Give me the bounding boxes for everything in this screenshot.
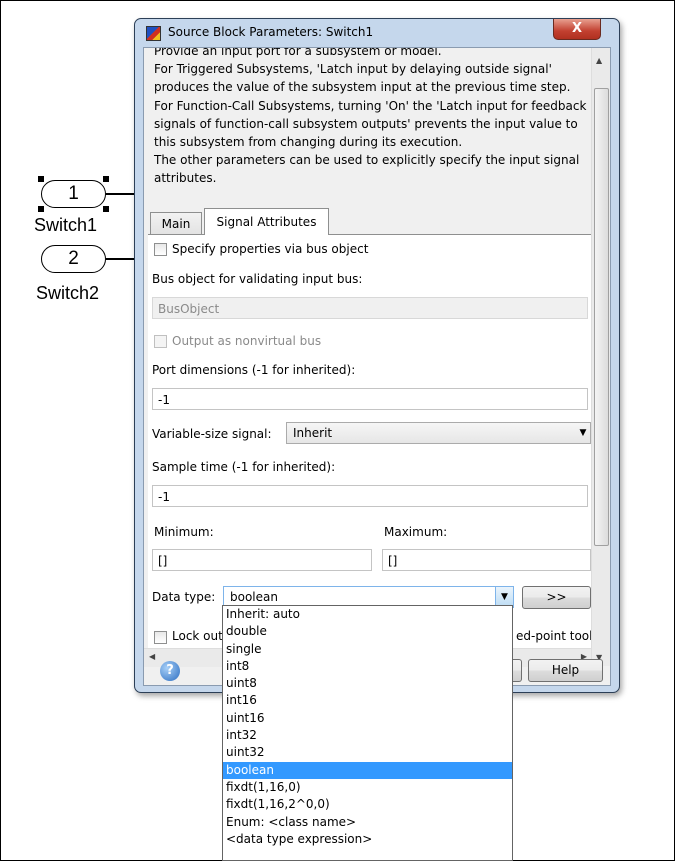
scroll-up-icon[interactable]: ▲ [596, 56, 602, 65]
description-line: For Function-Call Subsystems, turning 'O… [154, 98, 587, 113]
dropdown-option-selected[interactable]: boolean [223, 761, 512, 779]
selection-handle-bl[interactable] [38, 206, 44, 212]
inport-number: 1 [68, 183, 79, 204]
description-line: For Triggered Subsystems, 'Latch input b… [154, 62, 552, 77]
tab-main[interactable]: Main [150, 212, 202, 234]
dropdown-option[interactable]: <data type expression> [223, 831, 512, 848]
bus-object-checkbox[interactable] [154, 243, 167, 256]
signal-line-1[interactable] [106, 193, 136, 195]
inport-block-2[interactable]: 2 [41, 245, 106, 273]
data-type-assistant-button[interactable]: >> [522, 586, 591, 609]
dropdown-option[interactable]: int8 [223, 658, 512, 675]
vertical-scrollbar[interactable]: ▲ ▼ [591, 48, 610, 666]
inport-label[interactable]: Switch2 [36, 283, 99, 304]
chevron-down-icon: ▼ [579, 428, 587, 438]
description-line: this subsystem from changing during its … [154, 135, 463, 150]
dropdown-option[interactable]: int16 [223, 692, 512, 709]
dropdown-option[interactable]: double [223, 623, 512, 640]
bus-object-label: Bus object for validating input bus: [152, 272, 363, 286]
port-dimensions-field[interactable]: -1 [152, 388, 588, 410]
dropdown-option[interactable]: Enum: <class name> [223, 814, 512, 831]
lock-output-label: Lock out [172, 629, 223, 643]
nonvirtual-bus-checkbox[interactable] [154, 335, 167, 348]
dialog-client: Provide an input port for a subsystem or… [143, 47, 611, 686]
inport-block-1[interactable]: 1 [41, 180, 106, 208]
dialog-title: Source Block Parameters: Switch1 [168, 25, 374, 39]
variable-size-label: Variable-size signal: [152, 427, 272, 441]
block-parameters-dialog: Source Block Parameters: Switch1 X Provi… [134, 18, 620, 693]
inport-number: 2 [68, 248, 79, 269]
close-icon: X [571, 21, 583, 36]
data-type-dropdown-list[interactable]: Inherit: auto double single int8 uint8 i… [222, 605, 513, 861]
port-dimensions-label: Port dimensions (-1 for inherited): [152, 363, 356, 377]
signal-attributes-panel: Specify properties via bus object Bus ob… [148, 234, 593, 655]
lock-output-checkbox[interactable] [154, 631, 167, 644]
block-description: Provide an input port for a subsystem or… [144, 48, 590, 202]
dropdown-option[interactable]: uint16 [223, 710, 512, 727]
simulink-app-icon [146, 26, 161, 41]
help-button[interactable]: Help [528, 659, 603, 682]
description-line: Provide an input port for a subsystem or… [154, 48, 442, 58]
nonvirtual-bus-label: Output as nonvirtual bus [172, 334, 322, 348]
minimum-field[interactable]: [] [152, 549, 372, 571]
fixed-point-tools-label: ed-point tool [516, 629, 593, 643]
selection-handle-tr[interactable] [103, 176, 109, 182]
title-bar[interactable]: Source Block Parameters: Switch1 X [135, 19, 619, 47]
dropdown-option[interactable]: int32 [223, 727, 512, 744]
signal-line-2[interactable] [106, 258, 136, 260]
description-line: The other parameters can be used to expl… [154, 153, 580, 168]
scrollbar-thumb[interactable] [594, 88, 609, 546]
dropdown-option[interactable]: fixdt(1,16,2^0,0) [223, 796, 512, 813]
tab-signal-attributes[interactable]: Signal Attributes [204, 208, 329, 235]
variable-size-select[interactable]: Inherit ▼ [286, 422, 591, 444]
description-line: produces the value of the subsystem inpu… [154, 80, 571, 95]
dropdown-option[interactable]: single [223, 641, 512, 658]
dropdown-option[interactable]: fixdt(1,16,0) [223, 779, 512, 796]
maximum-field[interactable]: [] [382, 549, 591, 571]
sample-time-label: Sample time (-1 for inherited): [152, 460, 336, 474]
dropdown-option[interactable]: uint8 [223, 675, 512, 692]
scroll-left-icon[interactable]: ◀ [149, 652, 155, 661]
bus-object-checkbox-label: Specify properties via bus object [172, 242, 369, 256]
help-icon[interactable]: ? [160, 661, 180, 681]
data-type-label: Data type: [152, 590, 216, 604]
selection-handle-tl[interactable] [38, 176, 44, 182]
description-line: signals of function-call subsystem outpu… [154, 116, 578, 131]
dropdown-option[interactable]: Inherit: auto [223, 606, 512, 623]
inport-label[interactable]: Switch1 [34, 215, 97, 236]
sample-time-field[interactable]: -1 [152, 485, 588, 507]
selection-handle-br[interactable] [103, 206, 109, 212]
variable-size-value: Inherit [293, 426, 333, 440]
bus-object-field[interactable]: BusObject [152, 297, 588, 319]
description-line: attributes. [154, 171, 217, 186]
maximum-label: Maximum: [384, 525, 448, 539]
dropdown-option[interactable]: uint32 [223, 744, 512, 761]
chevron-down-icon[interactable]: ▼ [495, 587, 513, 607]
data-type-value: boolean [230, 590, 278, 604]
minimum-label: Minimum: [154, 525, 214, 539]
close-button[interactable]: X [553, 19, 601, 40]
